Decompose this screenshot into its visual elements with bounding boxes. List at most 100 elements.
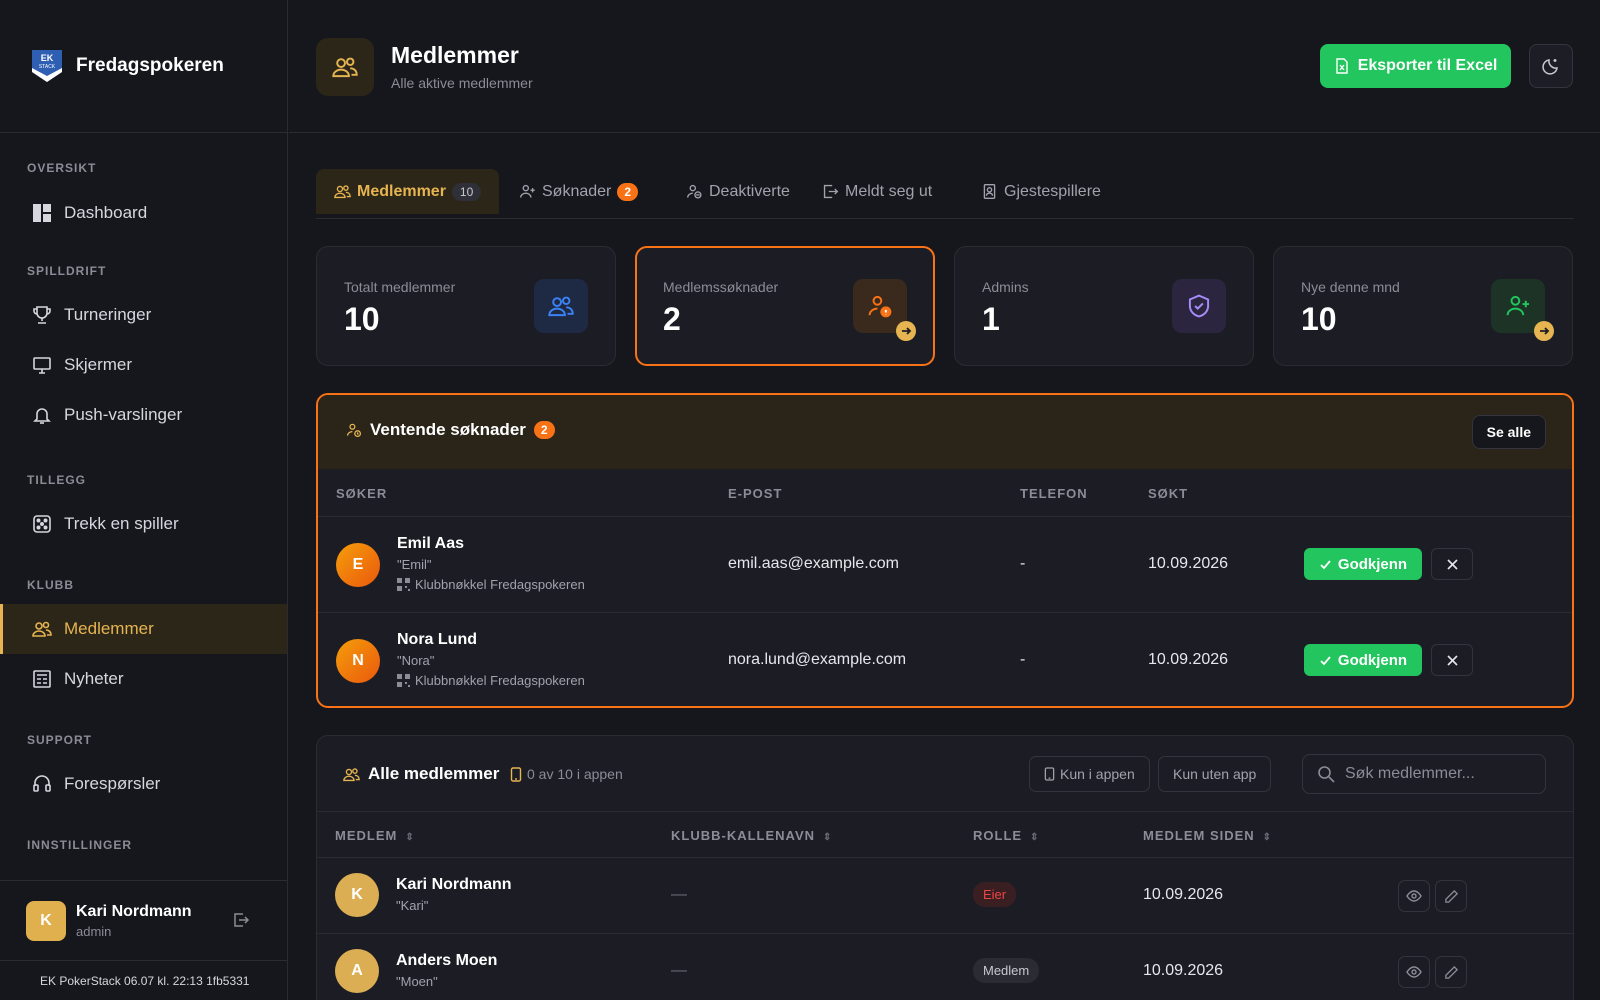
column-header: E-POST xyxy=(728,486,783,501)
shield-icon xyxy=(1188,294,1210,318)
reject-button[interactable] xyxy=(1431,644,1473,676)
headset-icon xyxy=(33,775,51,792)
users-icon xyxy=(32,621,52,637)
user-profile[interactable]: K Kari Nordmann admin xyxy=(0,880,288,960)
sidebar-item-label: Dashboard xyxy=(64,203,148,222)
sidebar-item-nyheter[interactable]: Nyheter xyxy=(0,654,287,704)
moon-icon xyxy=(1542,59,1558,75)
approve-label: Godkjenn xyxy=(1337,651,1408,669)
sidebar-item-push[interactable]: Push-varslinger xyxy=(0,390,287,440)
theme-toggle-button[interactable] xyxy=(1529,44,1573,88)
panel-title: Ventende søknader 2 xyxy=(346,420,555,440)
stat-label: Admins xyxy=(982,279,1029,295)
see-all-button[interactable]: Se alle xyxy=(1471,415,1546,449)
column-header: SØKER xyxy=(336,486,388,501)
sidebar-item-label: Medlemmer xyxy=(64,619,154,638)
sidebar-item-label: Trekk en spiller xyxy=(64,514,179,533)
avatar: K xyxy=(26,900,66,941)
version-text: EK PokerStack 06.07 kl. 22:13 1fb5331 xyxy=(0,960,288,1000)
sort-icon: ⇕ xyxy=(1030,832,1040,843)
phone-icon xyxy=(1044,767,1055,781)
avatar: N xyxy=(336,639,380,683)
tab-count-badge: 10 xyxy=(451,182,482,201)
trophy-icon xyxy=(33,306,51,324)
export-label: Eksporter til Excel xyxy=(1357,57,1498,74)
page-icon xyxy=(316,38,374,96)
panel-title-text: Alle medlemmer xyxy=(368,764,500,783)
stat-label: Nye denne mnd xyxy=(1301,279,1400,295)
panel-header: Alle medlemmer 0 av 10 i appen Kun i app… xyxy=(317,736,1573,812)
user-name: Kari Nordmann xyxy=(76,902,192,920)
logout-icon[interactable] xyxy=(232,911,250,929)
panel-header: Ventende søknader 2 Se alle xyxy=(318,395,1572,469)
stat-card-applications[interactable]: Medlemssøknader 2 xyxy=(635,246,935,366)
table-row: N Nora Lund "Nora" Klubbnøkkel Fredagspo… xyxy=(318,613,1572,706)
applied-date: 10.09.2026 xyxy=(1148,651,1229,668)
sidebar-item-label: Nyheter xyxy=(64,669,124,688)
bell-icon xyxy=(33,408,51,424)
member-search[interactable] xyxy=(1302,754,1546,794)
nav-section-label: SUPPORT xyxy=(27,733,93,747)
reject-button[interactable] xyxy=(1431,548,1473,580)
avatar: K xyxy=(335,873,379,917)
stat-label: Totalt medlemmer xyxy=(344,279,456,295)
member-name[interactable]: Kari Nordmann xyxy=(396,876,512,894)
sidebar-item-foresporsler[interactable]: Forespørsler xyxy=(0,759,287,809)
column-header-siden[interactable]: MEDLEM SIDEN ⇕ xyxy=(1143,828,1272,843)
tab-label: Meldt seg ut xyxy=(845,182,933,200)
stat-icon-box xyxy=(1172,279,1226,333)
page-header: Medlemmer Alle aktive medlemmer Eksporte… xyxy=(289,0,1600,133)
avatar: A xyxy=(335,949,379,993)
tab-medlemmer[interactable]: Medlemmer 10 xyxy=(316,169,500,214)
view-button[interactable] xyxy=(1398,956,1430,988)
excel-file-icon xyxy=(1335,58,1348,74)
search-input[interactable] xyxy=(1345,765,1525,783)
club-key: Klubbnøkkel Fredagspokeren xyxy=(397,577,585,592)
edit-button[interactable] xyxy=(1435,880,1467,912)
pending-applications-panel: Ventende søknader 2 Se alle SØKER E-POST… xyxy=(316,393,1574,708)
main-content: Medlemmer Alle aktive medlemmer Eksporte… xyxy=(289,0,1600,1000)
nav-section-label: KLUBB xyxy=(27,578,74,592)
stat-value: 2 xyxy=(663,301,681,337)
sidebar-item-turneringer[interactable]: Turneringer xyxy=(0,290,287,340)
app-count-text: 0 av 10 i appen xyxy=(527,766,623,782)
applicant-phone: - xyxy=(1020,651,1026,668)
column-header-kallenavn[interactable]: KLUBB-KALLENAVN ⇕ xyxy=(671,828,832,843)
sidebar-item-medlemmer[interactable]: Medlemmer xyxy=(0,604,287,654)
sidebar-item-label: Forespørsler xyxy=(64,774,161,793)
check-icon xyxy=(1320,655,1331,665)
filter-noapp-button[interactable]: Kun uten app xyxy=(1158,756,1272,792)
edit-button[interactable] xyxy=(1435,956,1467,988)
stat-card-admins[interactable]: Admins 1 xyxy=(954,246,1254,366)
brand[interactable]: EK STACK Fredagspokeren xyxy=(0,0,287,133)
column-header-rolle[interactable]: ROLLE ⇕ xyxy=(973,828,1039,843)
column-header-medlem[interactable]: MEDLEM ⇕ xyxy=(335,828,415,843)
applicant-name[interactable]: Nora Lund xyxy=(397,631,477,649)
sidebar-item-dashboard[interactable]: Dashboard xyxy=(0,188,287,238)
export-excel-button[interactable]: Eksporter til Excel xyxy=(1320,44,1511,88)
stat-card-new[interactable]: Nye denne mnd 10 xyxy=(1273,246,1573,366)
sidebar-item-skjermer[interactable]: Skjermer xyxy=(0,340,287,390)
arrow-right-icon[interactable] xyxy=(896,321,916,341)
app-count: 0 av 10 i appen xyxy=(510,766,623,782)
tab-soknader[interactable]: Søknader 2 xyxy=(519,169,639,214)
close-icon xyxy=(1446,558,1458,570)
sidebar: EK STACK Fredagspokeren OVERSIKT Dashboa… xyxy=(0,0,288,1000)
table-header: SØKER E-POST TELEFON SØKT xyxy=(318,469,1572,517)
stat-card-total[interactable]: Totalt medlemmer 10 xyxy=(316,246,616,366)
approve-button[interactable]: Godkjenn xyxy=(1304,548,1422,580)
check-icon xyxy=(1320,559,1331,569)
monitor-icon xyxy=(33,357,51,374)
arrow-right-icon[interactable] xyxy=(1534,321,1554,341)
approve-button[interactable]: Godkjenn xyxy=(1304,644,1422,676)
tab-deaktiverte[interactable]: Deaktiverte xyxy=(686,169,790,214)
sidebar-item-trekk[interactable]: Trekk en spiller xyxy=(0,499,287,549)
tab-meldt-seg-ut[interactable]: Meldt seg ut xyxy=(822,169,932,214)
tab-gjestespillere[interactable]: Gjestespillere xyxy=(981,169,1101,214)
view-button[interactable] xyxy=(1398,880,1430,912)
sidebar-item-label: Push-varslinger xyxy=(64,405,183,424)
member-name[interactable]: Anders Moen xyxy=(396,952,497,970)
filter-app-button[interactable]: Kun i appen xyxy=(1029,756,1150,792)
user-plus-icon xyxy=(520,184,535,198)
applicant-name[interactable]: Emil Aas xyxy=(397,535,464,553)
